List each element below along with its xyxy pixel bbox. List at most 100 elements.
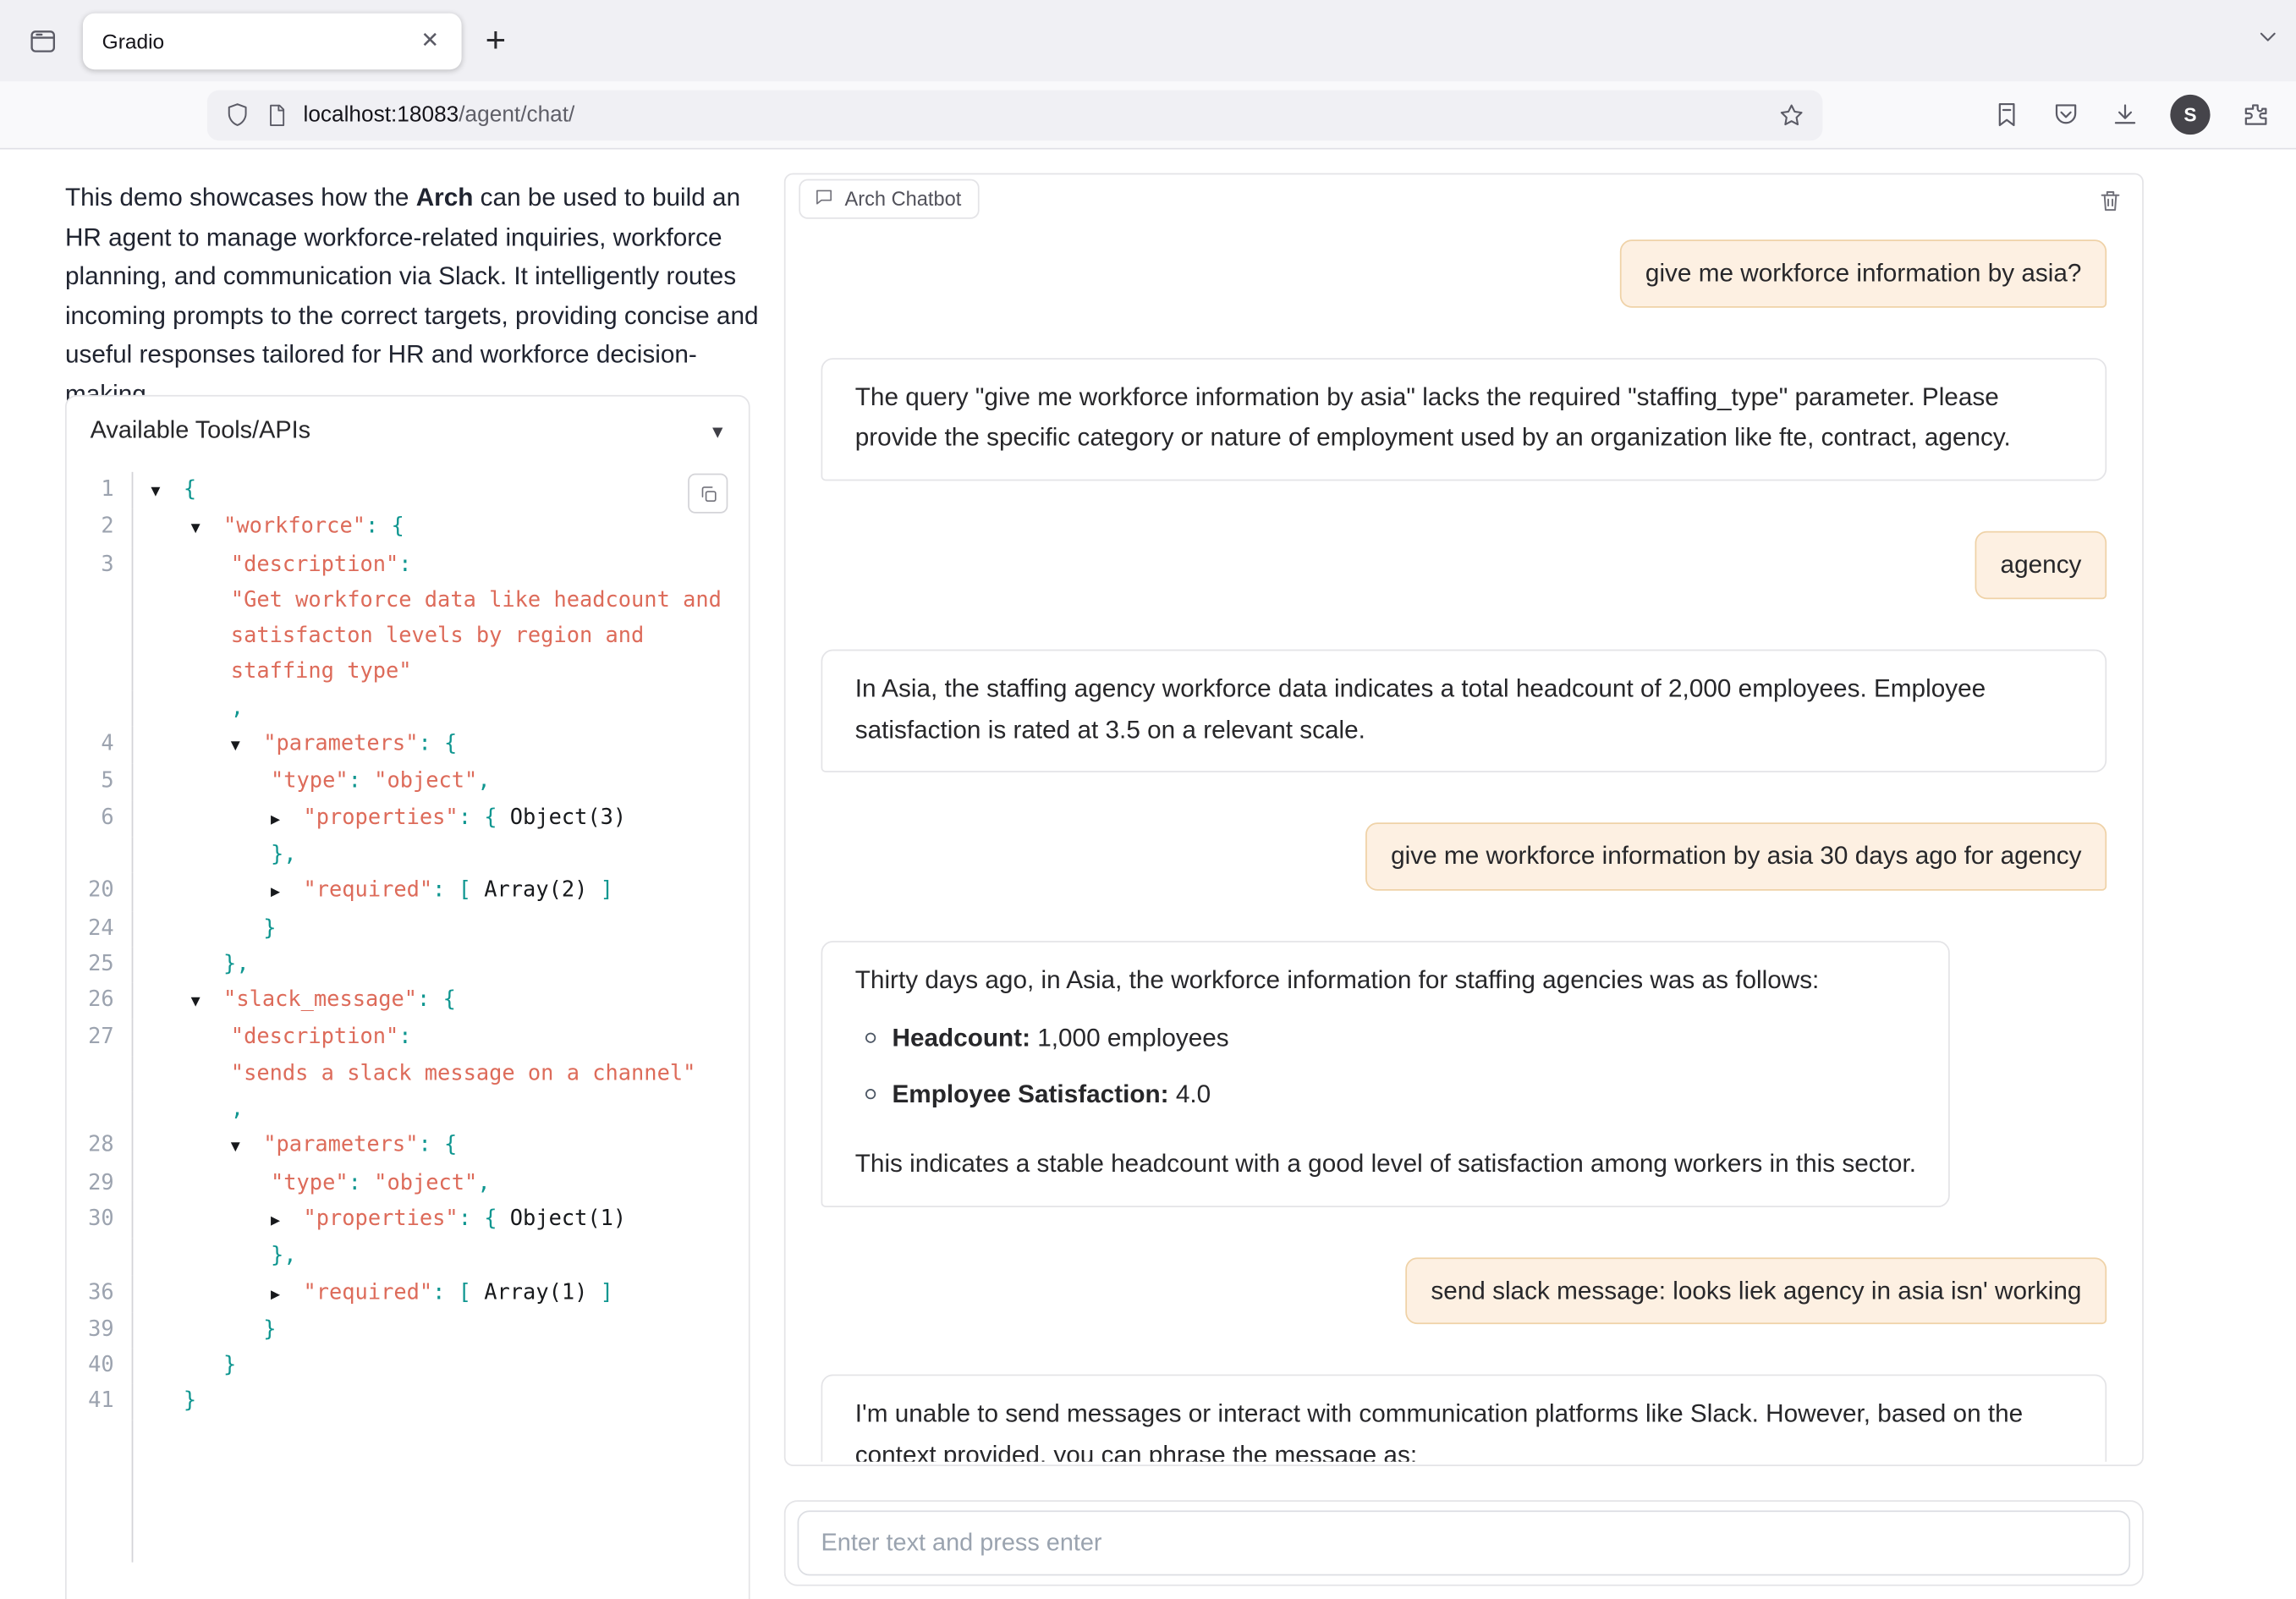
json-token: : [398, 552, 411, 576]
json-line-number: 36 [67, 1275, 134, 1312]
json-token: "required" [303, 879, 432, 903]
page-content: This demo showcases how the Arch can be … [0, 150, 2296, 1599]
collapse-icon[interactable]: ▼ [231, 728, 263, 764]
json-line-content: } [133, 1384, 748, 1420]
chatbot-panel: Arch Chatbot give me workforce informati… [784, 173, 2144, 1466]
json-token: }, [223, 953, 250, 976]
list-tabs-chevron-icon[interactable] [2255, 24, 2281, 58]
tab-close-icon[interactable]: ✕ [418, 26, 442, 54]
list-item-text: Headcount: 1,000 employees [892, 1017, 1228, 1058]
expand-icon[interactable]: ▶ [271, 1276, 303, 1311]
new-tab-button[interactable]: + [486, 20, 507, 62]
chat-input-container [784, 1500, 2144, 1585]
chat-message-list[interactable]: give me workforce information by asia? Th… [786, 234, 2143, 1461]
user-message: give me workforce information by asia 30… [1365, 823, 2106, 891]
collapse-icon[interactable]: ▼ [191, 511, 223, 547]
json-line-number: 26 [67, 982, 134, 1019]
bot-message: The query "give me workforce information… [821, 358, 2107, 481]
json-row: 4▼"parameters": { [67, 727, 749, 764]
intro-pre: This demo showcases how the [65, 184, 416, 212]
json-token: "parameters" [263, 1134, 418, 1157]
expand-icon[interactable]: ▶ [271, 801, 303, 837]
downloads-icon[interactable] [2111, 101, 2139, 129]
json-line-content: } [133, 910, 748, 946]
json-row: 41} [67, 1384, 749, 1420]
json-token: } [223, 1354, 236, 1377]
message-list-item: Employee Satisfaction: 4.0 [865, 1074, 1916, 1115]
tools-accordion-header[interactable]: Available Tools/APIs ▼ [67, 397, 749, 464]
url-text: localhost:18083/agent/chat/ [303, 102, 1763, 128]
profile-avatar[interactable]: S [2170, 95, 2210, 135]
json-line-number: 30 [67, 1201, 134, 1239]
json-line-number [67, 690, 134, 726]
bookmark-star-icon[interactable] [1778, 102, 1804, 128]
message-paragraph: give me workforce information by asia? [1645, 253, 2082, 294]
extensions-icon[interactable] [2241, 101, 2269, 129]
json-gutter [67, 1420, 134, 1562]
json-line-content: "description": [133, 547, 748, 582]
json-line-content: ▼"workforce": { [133, 509, 748, 547]
json-token: "type" [271, 1171, 349, 1195]
json-line-number [67, 1056, 134, 1091]
expand-icon[interactable]: ▶ [271, 875, 303, 910]
json-row: 36▶"required": [ Array(1) ] [67, 1275, 749, 1312]
message-paragraph: In Asia, the staffing agency workforce d… [855, 668, 2073, 750]
json-token: , [231, 696, 244, 720]
firefox-view-icon[interactable] [18, 15, 68, 65]
json-row: 25}, [67, 947, 749, 982]
json-token: Array(2) [471, 879, 601, 903]
json-row: 1▼{ [67, 472, 749, 509]
url-domain: localhost:18083 [303, 102, 459, 128]
json-line-number: 2 [67, 509, 134, 547]
bookmarks-icon[interactable] [1993, 101, 2021, 129]
bot-message: Thirty days ago, in Asia, the workforce … [821, 941, 1951, 1206]
collapse-icon[interactable]: ▼ [191, 984, 223, 1019]
user-message: give me workforce information by asia? [1620, 239, 2106, 307]
message-paragraph: The query "give me workforce information… [855, 376, 2073, 459]
browser-tab[interactable]: Gradio ✕ [83, 13, 462, 69]
json-token: Object(3) [497, 805, 627, 829]
json-row: "sends a slack message on a channel" [67, 1056, 749, 1091]
pocket-icon[interactable] [2052, 101, 2079, 129]
json-line-content: "description": [133, 1020, 748, 1056]
json-line-number: 41 [67, 1384, 134, 1420]
tools-accordion: Available Tools/APIs ▼ 1▼{2▼"workforce":… [65, 395, 750, 1599]
json-line-content: ▼"parameters": { [133, 727, 748, 764]
json-rows: 1▼{2▼"workforce": {3"description":"Get w… [67, 472, 749, 1420]
json-token: "description" [231, 552, 398, 576]
shield-icon[interactable] [225, 102, 250, 128]
json-line-number: 39 [67, 1312, 134, 1348]
json-line-number [67, 583, 134, 690]
json-token: : [417, 988, 443, 1012]
page-info-icon[interactable] [265, 103, 288, 127]
json-token: : [432, 1281, 459, 1305]
copy-button[interactable] [688, 474, 728, 514]
json-line-content: ▼{ [133, 472, 748, 509]
bullet-icon [865, 1032, 876, 1042]
chat-input[interactable] [798, 1510, 2131, 1575]
json-line-number: 1 [67, 472, 134, 509]
clear-chat-trash-icon[interactable] [2098, 188, 2123, 220]
browser-window: Gradio ✕ + localhost:18083/agent/chat/ [0, 0, 2296, 1599]
message-list-item: Headcount: 1,000 employees [865, 1017, 1916, 1058]
json-row: 27"description": [67, 1020, 749, 1056]
json-line-number [67, 838, 134, 873]
json-token: [ [459, 879, 471, 903]
tab-bar: Gradio ✕ + [0, 0, 2296, 81]
json-blank [133, 1420, 748, 1562]
expand-icon[interactable]: ▶ [271, 1203, 303, 1239]
json-token: { [184, 478, 196, 502]
bot-message: I'm unable to send messages or interact … [821, 1375, 2107, 1461]
message-paragraph: give me workforce information by asia 30… [1391, 836, 2081, 876]
url-bar[interactable]: localhost:18083/agent/chat/ [207, 90, 1823, 140]
json-token: { [444, 1134, 457, 1157]
json-row: , [67, 1092, 749, 1128]
json-token: "object" [374, 1171, 477, 1195]
json-line-number [67, 1239, 134, 1274]
accordion-collapse-icon[interactable]: ▼ [709, 421, 727, 442]
json-token: : [398, 1026, 411, 1050]
collapse-icon[interactable]: ▼ [231, 1129, 263, 1165]
json-line-content: ▶"required": [ Array(1) ] [133, 1275, 748, 1312]
message-paragraph: Thirty days ago, in Asia, the workforce … [855, 960, 1916, 1001]
collapse-icon[interactable]: ▼ [151, 474, 183, 509]
